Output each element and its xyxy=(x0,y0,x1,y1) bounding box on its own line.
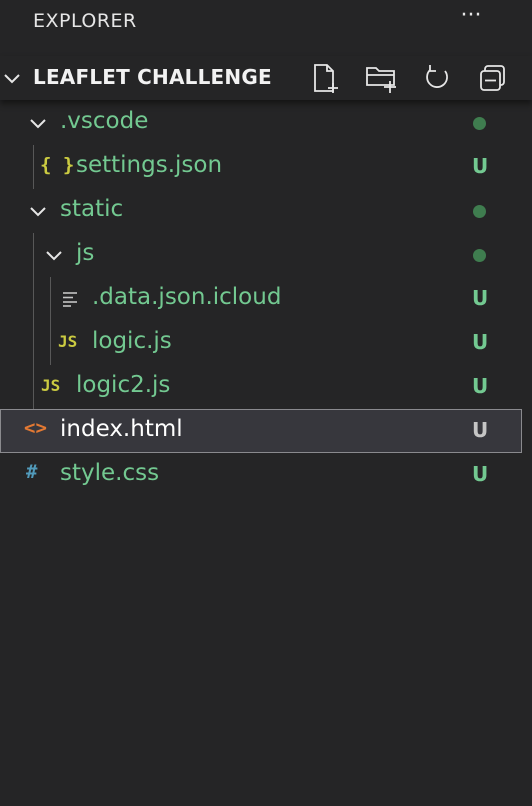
indent-guide xyxy=(33,233,34,277)
tree-item-index-html[interactable]: <> index.html U xyxy=(0,409,522,453)
refresh-icon[interactable] xyxy=(420,61,454,95)
more-actions-icon[interactable]: ··· xyxy=(454,4,488,34)
tree-item-label: settings.json xyxy=(76,152,223,178)
indent-guide xyxy=(33,145,34,189)
tree-item-label: static xyxy=(60,196,124,222)
javascript-file-icon: JS xyxy=(41,376,61,395)
css-file-icon: # xyxy=(26,461,38,483)
tree-item-label: js xyxy=(76,240,95,266)
tree-item-label: logic2.js xyxy=(76,372,171,398)
tree-item-static-folder[interactable]: static xyxy=(0,189,532,233)
tree-item-js-folder[interactable]: js xyxy=(0,233,532,277)
chevron-down-icon[interactable] xyxy=(2,68,22,88)
tree-item-style-css[interactable]: # style.css U xyxy=(0,453,532,497)
chevron-down-icon[interactable] xyxy=(28,201,48,221)
tree-item-data-json-icloud[interactable]: .data.json.icloud U xyxy=(0,277,532,321)
folder-section-title: LEAFLET CHALLENGE xyxy=(33,65,272,89)
html-file-icon: <> xyxy=(24,417,47,439)
json-file-icon: { } xyxy=(40,154,75,176)
new-folder-icon[interactable] xyxy=(364,61,398,95)
indent-guide xyxy=(33,277,34,321)
tree-item-label: .vscode xyxy=(60,108,149,134)
modified-dot-badge xyxy=(473,117,486,130)
tree-item-label: logic.js xyxy=(92,328,172,354)
untracked-status-badge: U xyxy=(472,286,489,310)
untracked-status-badge: U xyxy=(472,374,489,398)
modified-dot-badge xyxy=(473,205,486,218)
indent-guide xyxy=(50,321,51,365)
new-file-icon[interactable] xyxy=(309,61,343,95)
indent-guide xyxy=(33,365,34,409)
folder-section-header[interactable]: LEAFLET CHALLENGE xyxy=(0,56,532,100)
explorer-title: EXPLORER xyxy=(33,10,137,32)
untracked-status-badge: U xyxy=(472,462,489,486)
tree-item-vscode-folder[interactable]: .vscode xyxy=(0,101,532,145)
tree-item-logic-js[interactable]: JS logic.js U xyxy=(0,321,532,365)
explorer-header: EXPLORER ··· xyxy=(0,0,532,44)
chevron-down-icon[interactable] xyxy=(28,113,48,133)
untracked-status-badge: U xyxy=(472,330,489,354)
tree-item-logic2-js[interactable]: JS logic2.js U xyxy=(0,365,532,409)
tree-item-label: .data.json.icloud xyxy=(92,284,282,310)
explorer-panel: EXPLORER ··· LEAFLET CHALLENGE .vscode {… xyxy=(0,0,532,806)
text-file-icon xyxy=(63,292,77,307)
indent-guide xyxy=(33,321,34,365)
untracked-status-badge: U xyxy=(472,418,489,442)
javascript-file-icon: JS xyxy=(58,332,78,351)
collapse-all-icon[interactable] xyxy=(476,61,510,95)
modified-dot-badge xyxy=(473,249,486,262)
tree-item-label: style.css xyxy=(60,460,160,486)
chevron-down-icon[interactable] xyxy=(44,245,64,265)
tree-item-settings-json[interactable]: { } settings.json U xyxy=(0,145,532,189)
indent-guide xyxy=(50,277,51,321)
tree-item-label: index.html xyxy=(60,416,183,442)
untracked-status-badge: U xyxy=(472,154,489,178)
